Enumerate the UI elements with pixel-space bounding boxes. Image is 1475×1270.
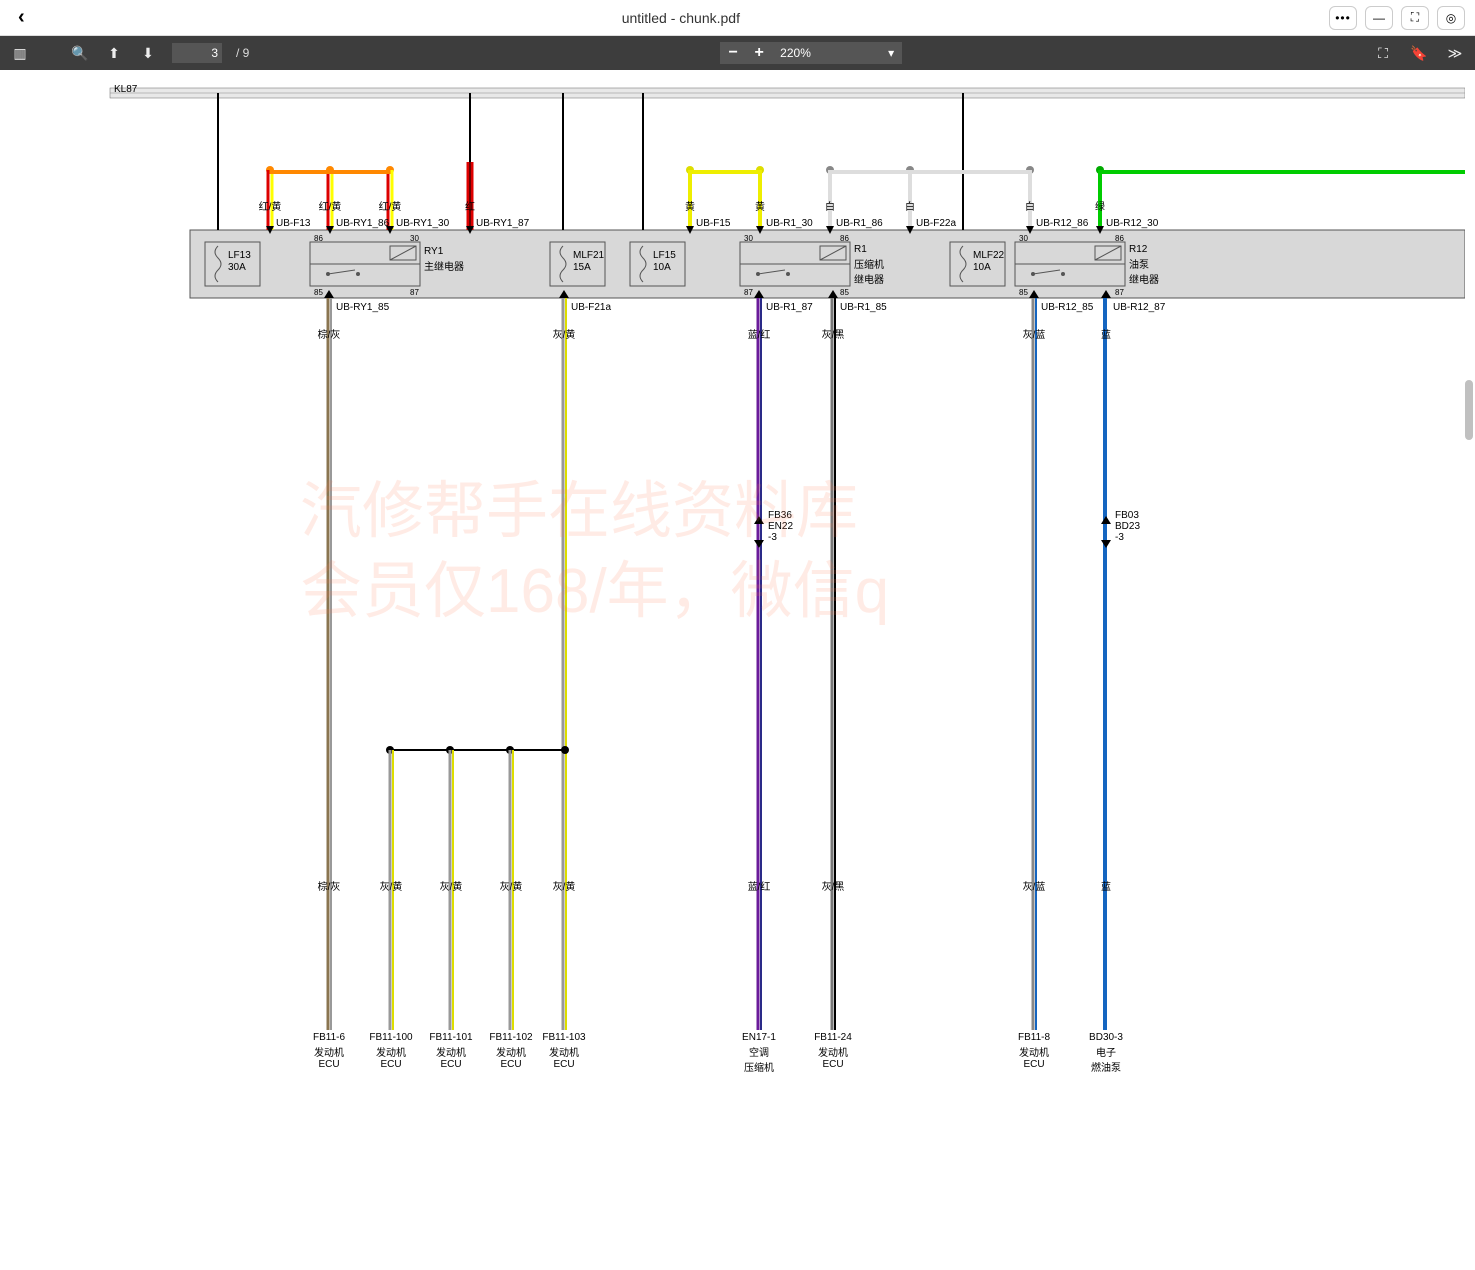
more-button[interactable]: ••• (1329, 6, 1357, 30)
back-button[interactable]: ‹ (10, 6, 33, 29)
bus-label: KL87 (114, 84, 137, 95)
zoom-in-button[interactable]: + (746, 42, 772, 64)
watermark: 汽修帮手在线资料库 (300, 460, 858, 550)
maximize-button[interactable]: ⛶ (1401, 6, 1429, 30)
bookmark-icon[interactable]: 🔖 (1409, 43, 1429, 63)
pdf-content[interactable]: KL87 红/黄 UB-F13 红/黄 UB-RY1_86 红/黄 UB-RY1… (0, 70, 1475, 1270)
page-up-icon[interactable]: ⬆ (104, 43, 124, 63)
search-icon[interactable]: 🔍 (70, 43, 90, 63)
titlebar: ‹ untitled - chunk.pdf ••• — ⛶ ◎ (0, 0, 1475, 36)
page-total-label: / 9 (236, 46, 249, 60)
zoom-out-button[interactable]: − (720, 42, 746, 64)
wiring-diagram: KL87 红/黄 UB-F13 红/黄 UB-RY1_86 红/黄 UB-RY1… (10, 70, 1465, 1270)
pdf-toolbar: ▥ 🔍 ⬆ ⬇ / 9 − + 220%▾ ⛶ 🔖 ≫ (0, 36, 1475, 70)
scrollbar-thumb[interactable] (1465, 380, 1473, 440)
page-down-icon[interactable]: ⬇ (138, 43, 158, 63)
zoom-select[interactable]: 220%▾ (772, 42, 902, 64)
watermark: 会员仅168/年，微信q (300, 540, 889, 630)
document-title: untitled - chunk.pdf (622, 10, 740, 26)
fullscreen-icon[interactable]: ⛶ (1373, 43, 1393, 63)
tools-icon[interactable]: ≫ (1445, 43, 1465, 63)
sidebar-toggle-icon[interactable]: ▥ (10, 43, 30, 63)
window-controls: ••• — ⛶ ◎ (1329, 6, 1465, 30)
zoom-controls: − + 220%▾ (720, 42, 902, 64)
page-number-input[interactable] (172, 43, 222, 63)
minimize-button[interactable]: — (1365, 6, 1393, 30)
target-button[interactable]: ◎ (1437, 6, 1465, 30)
